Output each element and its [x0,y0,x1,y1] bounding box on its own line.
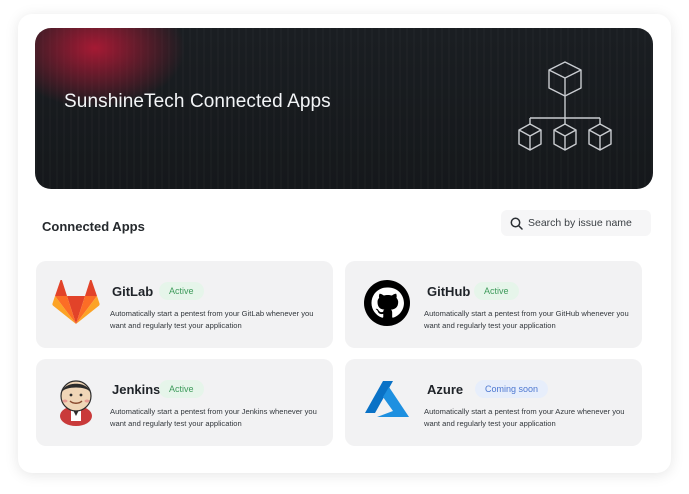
search-box[interactable] [501,210,651,236]
app-description: Automatically start a pentest from your … [110,407,317,428]
app-name: Azure [427,382,464,397]
app-name: Jenkins [112,382,161,397]
jenkins-icon [52,377,100,426]
app-card-github[interactable]: GitHub Active Automatically start a pent… [345,261,642,348]
gitlab-icon [52,279,100,327]
github-icon [363,279,411,327]
app-description: Automatically start a pentest from your … [424,407,625,428]
app-name: GitLab [112,284,154,299]
status-badge: Active [159,282,204,300]
app-card-jenkins[interactable]: Jenkins Active Automatically start a pen… [36,359,333,446]
app-card-azure[interactable]: Azure Coming soon Automatically start a … [345,359,642,446]
banner-title: SunshineTech Connected Apps [64,91,331,112]
app-name: GitHub [427,284,471,299]
app-description: Automatically start a pentest from your … [110,309,314,330]
status-badge: Active [159,380,204,398]
section-title: Connected Apps [42,219,145,234]
search-icon [510,217,523,230]
hierarchy-cubes-icon [475,58,615,163]
search-input[interactable] [528,217,648,229]
app-card-gitlab[interactable]: GitLab Active Automatically start a pent… [36,261,333,348]
app-description: Automatically start a pentest from your … [424,309,629,330]
hero-banner: SunshineTech Connected Apps [35,28,653,189]
status-badge: Coming soon [475,380,549,398]
azure-icon [363,375,411,423]
status-badge: Active [474,282,519,300]
